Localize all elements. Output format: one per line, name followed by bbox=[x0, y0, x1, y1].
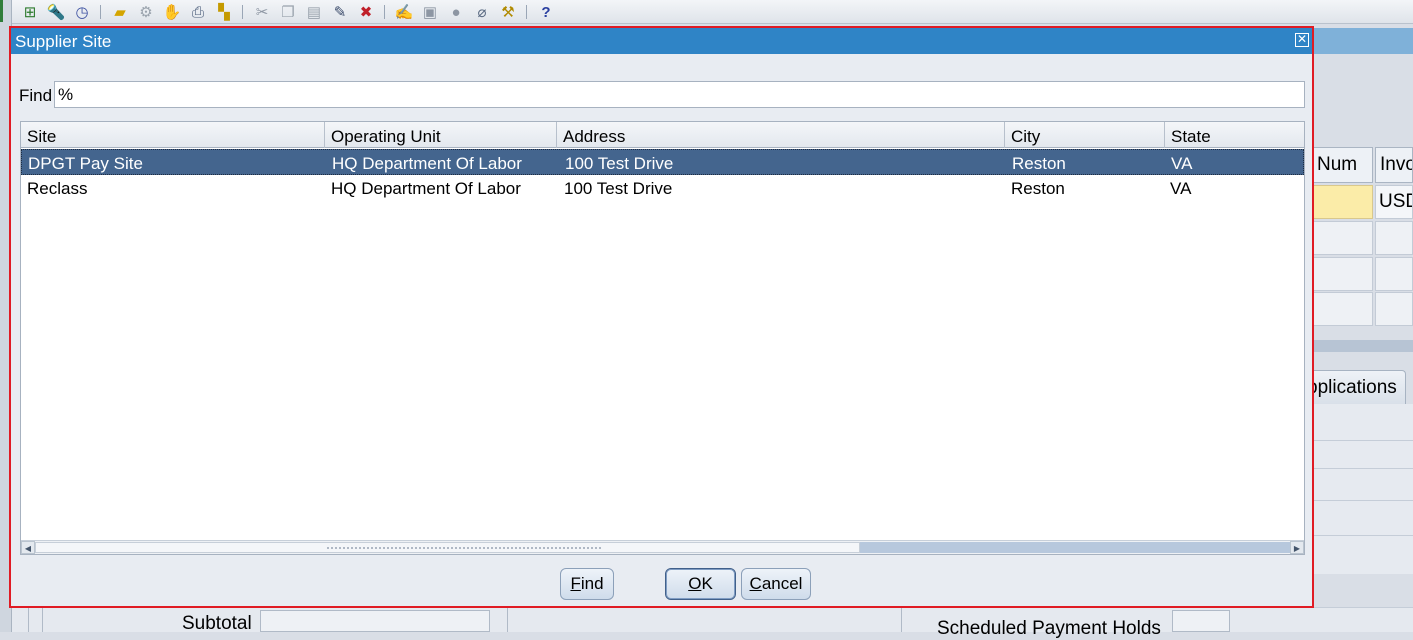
paste-icon[interactable]: ▤ bbox=[304, 2, 324, 22]
copy-icon[interactable]: ❐ bbox=[278, 2, 298, 22]
background-column-invoice: Invo bbox=[1375, 147, 1413, 183]
background-num-field[interactable] bbox=[1312, 221, 1373, 255]
toolbar-separator bbox=[384, 5, 385, 19]
print-icon[interactable]: ⎙ bbox=[188, 2, 208, 22]
horizontal-scrollbar[interactable]: ◀ ▶ bbox=[21, 540, 1304, 554]
background-num-field[interactable] bbox=[1312, 257, 1373, 291]
column-header-site[interactable]: Site bbox=[21, 122, 325, 148]
column-header-city[interactable]: City bbox=[1005, 122, 1165, 148]
background-divider bbox=[1312, 535, 1413, 536]
background-tab-panel bbox=[1312, 404, 1413, 574]
cell-site: Reclass bbox=[27, 179, 88, 198]
scheduled-payment-holds-label: Scheduled Payment Holds bbox=[937, 618, 1161, 639]
cut-icon[interactable]: ✂ bbox=[252, 2, 272, 22]
cell-operating-unit: HQ Department Of Labor bbox=[331, 179, 521, 198]
dialog-title: Supplier Site bbox=[15, 32, 112, 51]
background-invoice-field[interactable] bbox=[1375, 257, 1413, 291]
background-column-num: Num bbox=[1312, 147, 1373, 183]
background-divider bbox=[1312, 468, 1413, 469]
background-invoice-field[interactable] bbox=[1375, 221, 1413, 255]
delete-record-icon[interactable]: ✖ bbox=[356, 2, 376, 22]
ok-button[interactable]: OK bbox=[665, 568, 736, 600]
open-folder-icon[interactable]: ▰ bbox=[110, 2, 130, 22]
save-icon[interactable]: ⚙ bbox=[136, 2, 156, 22]
background-divider bbox=[28, 607, 29, 632]
background-num-field[interactable] bbox=[1312, 292, 1373, 326]
background-header-bar bbox=[1312, 28, 1413, 54]
find-input[interactable] bbox=[54, 81, 1305, 108]
background-divider bbox=[1312, 500, 1413, 501]
scroll-left-icon[interactable]: ◀ bbox=[21, 541, 35, 554]
column-header-address[interactable]: Address bbox=[557, 122, 1005, 148]
find-icon[interactable]: 🔦 bbox=[46, 2, 66, 22]
scrollbar-track[interactable] bbox=[860, 542, 1290, 553]
find-button[interactable]: Find bbox=[560, 568, 614, 600]
toolbar-separator bbox=[242, 5, 243, 19]
toolbar-separator bbox=[100, 5, 101, 19]
folder-tools-icon[interactable]: ⚒ bbox=[498, 2, 518, 22]
supplier-site-dialog: Supplier Site ✕ Find Site Operating Unit… bbox=[9, 26, 1314, 608]
find-label: Find bbox=[19, 86, 53, 105]
background-invoice-field[interactable] bbox=[1375, 292, 1413, 326]
table-row[interactable]: DPGT Pay Site HQ Department Of Labor 100… bbox=[21, 149, 1304, 175]
new-record-2-icon[interactable]: ✎ bbox=[330, 2, 350, 22]
cell-address: 100 Test Drive bbox=[565, 154, 674, 173]
zoom-icon[interactable]: ▣ bbox=[420, 2, 440, 22]
background-num-field[interactable] bbox=[1312, 185, 1373, 219]
scrollbar-grip bbox=[326, 546, 601, 550]
background-divider bbox=[901, 607, 902, 632]
attachments-icon[interactable]: ⌀ bbox=[472, 2, 492, 22]
edit-field-icon[interactable]: ✍ bbox=[394, 2, 414, 22]
cell-state: VA bbox=[1170, 179, 1192, 198]
column-header-state[interactable]: State bbox=[1165, 122, 1304, 148]
cell-site: DPGT Pay Site bbox=[28, 154, 143, 173]
new-record-icon[interactable]: ⊞ bbox=[20, 2, 40, 22]
column-header-operating-unit[interactable]: Operating Unit bbox=[325, 122, 557, 148]
help-icon[interactable]: ? bbox=[536, 2, 556, 22]
results-grid: Site Operating Unit Address City State D… bbox=[20, 121, 1305, 555]
cancel-button[interactable]: Cancel bbox=[741, 568, 811, 600]
background-currency-field[interactable]: USD bbox=[1375, 185, 1413, 219]
scrollbar-thumb[interactable] bbox=[35, 542, 860, 553]
scheduled-payment-holds-field[interactable] bbox=[1172, 610, 1230, 632]
scroll-right-icon[interactable]: ▶ bbox=[1290, 541, 1304, 554]
navigator-icon[interactable]: ◷ bbox=[72, 2, 92, 22]
close-icon[interactable]: ✕ bbox=[1295, 33, 1309, 47]
background-divider bbox=[507, 607, 508, 632]
grid-header: Site Operating Unit Address City State bbox=[21, 122, 1304, 148]
background-divider bbox=[1312, 440, 1413, 441]
toolbar-separator bbox=[526, 5, 527, 19]
close-form-icon[interactable]: ▚ bbox=[214, 2, 234, 22]
table-row[interactable]: Reclass HQ Department Of Labor 100 Test … bbox=[21, 175, 1304, 201]
cell-city: Reston bbox=[1012, 154, 1066, 173]
background-divider bbox=[42, 607, 43, 632]
next-step-icon[interactable]: ✋ bbox=[162, 2, 182, 22]
background-scroll-band bbox=[1312, 340, 1413, 352]
subtotal-field[interactable] bbox=[260, 610, 490, 632]
toolbar: ⊞ 🔦 ◷ ▰ ⚙ ✋ ⎙ ▚ ✂ ❐ ▤ ✎ ✖ ✍ ▣ ● ⌀ ⚒ ? bbox=[0, 0, 1413, 24]
cell-city: Reston bbox=[1011, 179, 1065, 198]
tab-applications[interactable]: pplications bbox=[1298, 370, 1406, 404]
translations-icon[interactable]: ● bbox=[446, 2, 466, 22]
cell-state: VA bbox=[1171, 154, 1193, 173]
dialog-title-bar: Supplier Site ✕ bbox=[11, 28, 1312, 54]
cell-address: 100 Test Drive bbox=[564, 179, 673, 198]
cell-operating-unit: HQ Department Of Labor bbox=[332, 154, 522, 173]
